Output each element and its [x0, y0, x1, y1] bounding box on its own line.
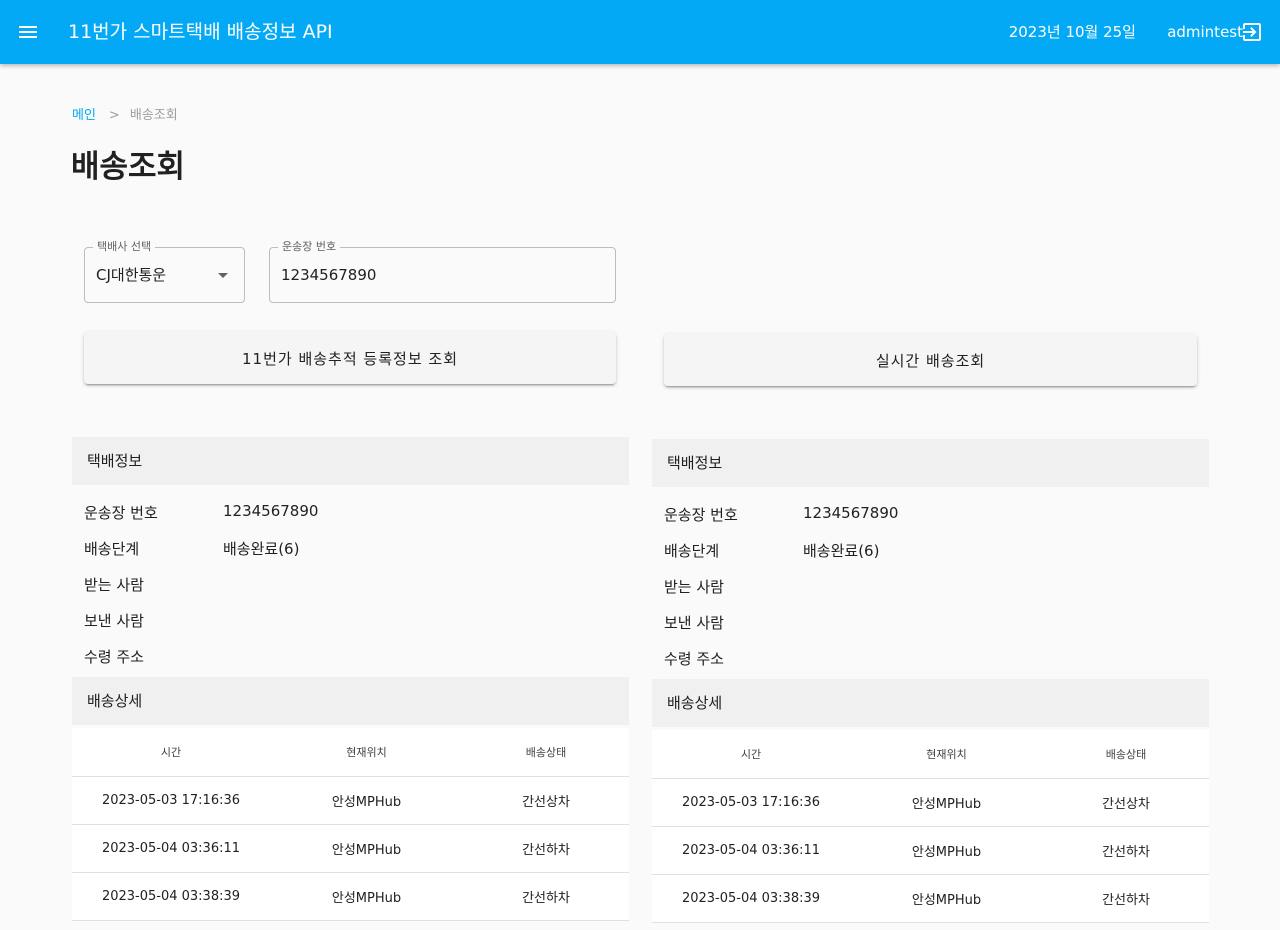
info-label: 보낸 사람 [84, 612, 144, 630]
dropdown-arrow-icon[interactable] [218, 273, 228, 278]
table-cell-location: 안성MPHub [850, 874, 1043, 923]
table-header-row: 시간 현재위치 배송상태 [72, 728, 629, 777]
column-header-status[interactable]: 배송상태 [463, 728, 629, 777]
info-label: 운송장 번호 [84, 504, 158, 522]
table-row: 2023-05-03 17:16:36 안성MPHub 간선상차 [72, 776, 629, 825]
info-label: 받는 사람 [84, 576, 144, 594]
column-header-time[interactable]: 시간 [652, 730, 850, 779]
info-value: 배송완료(6) [223, 540, 300, 558]
delivery-detail-heading: 배송상세 [72, 677, 629, 725]
courier-info-list: 운송장 번호 1234567890 배송단계 배송완료(6) 받는 사람 보낸 사람… [652, 487, 1209, 679]
table-cell-time: 2023-05-04 03:38:39 [72, 872, 270, 921]
table-cell-status: 간선상차 [1043, 778, 1209, 827]
info-row: 운송장 번호 1234567890 [652, 497, 1209, 533]
table-cell-location: 안성MPHub [850, 778, 1043, 827]
invoice-number-label: 운송장 번호 [278, 240, 341, 254]
table-row: 2023-05-04 03:36:11 안성MPHub 간선하차 [72, 824, 629, 873]
info-row: 수령 주소 [652, 641, 1209, 677]
app-title: 11번가 스마트택배 배송정보 API [68, 21, 333, 43]
table-cell-status: 간선하차 [1043, 874, 1209, 923]
info-label: 보낸 사람 [664, 614, 724, 632]
table-row: 2023-05-04 03:38:39 안성MPHub 간선하차 [72, 872, 629, 921]
table-cell-time: 2023-05-04 03:38:39 [652, 874, 850, 923]
info-label: 수령 주소 [84, 648, 144, 666]
column-header-status[interactable]: 배송상태 [1043, 730, 1209, 779]
table-row: 2023-05-04 03:38:39 안성MPHub 간선하차 [652, 874, 1209, 923]
table-row: 2023-05-03 17:16:36 안성MPHub 간선상차 [652, 778, 1209, 827]
info-label: 배송단계 [84, 540, 140, 558]
delivery-detail-heading: 배송상세 [652, 679, 1209, 727]
info-row: 받는 사람 [652, 569, 1209, 605]
column-header-location[interactable]: 현재위치 [270, 728, 463, 777]
header-date: 2023년 10월 25일 [1008, 23, 1136, 41]
info-row: 보낸 사람 [72, 603, 629, 639]
info-value: 1234567890 [223, 502, 319, 520]
courier-select[interactable]: 택배사 선택 CJ대한통운 [84, 240, 245, 303]
menu-icon[interactable] [16, 20, 40, 44]
page-title: 배송조회 [71, 149, 186, 185]
info-row: 배송단계 배송완료(6) [652, 533, 1209, 569]
table-cell-status: 간선하차 [463, 824, 629, 873]
info-row: 수령 주소 [72, 639, 629, 675]
table-cell-time: 2023-05-03 17:16:36 [72, 776, 270, 825]
table-cell-location: 안성MPHub [270, 776, 463, 825]
table-cell-location: 안성MPHub [270, 824, 463, 873]
courier-select-label: 택배사 선택 [93, 240, 156, 254]
app-bar: 11번가 스마트택배 배송정보 API 2023년 10월 25일 admint… [0, 0, 1280, 64]
user-name[interactable]: admintest [1167, 21, 1243, 43]
courier-info-list: 운송장 번호 1234567890 배송단계 배송완료(6) 받는 사람 보낸 사람… [72, 485, 629, 677]
registered-lookup-button[interactable]: 11번가 배송추적 등록정보 조회 [84, 332, 616, 384]
info-value: 1234567890 [803, 504, 899, 522]
table-row: 2023-05-04 03:36:11 안성MPHub 간선하차 [652, 826, 1209, 875]
breadcrumb-home-link[interactable]: 메인 [72, 108, 96, 123]
realtime-result-panel: 택배정보 운송장 번호 1234567890 배송단계 배송완료(6) 받는 사람 … [652, 439, 1209, 923]
courier-select-value: CJ대한통운 [96, 266, 167, 284]
table-header-row: 시간 현재위치 배송상태 [652, 730, 1209, 779]
breadcrumb: 메인 > 배송조회 [72, 106, 178, 126]
table-cell-time: 2023-05-04 03:36:11 [72, 824, 270, 873]
invoice-number-input[interactable]: 운송장 번호 1234567890 [269, 240, 616, 303]
breadcrumb-current: 배송조회 [129, 108, 178, 123]
delivery-detail-table: 시간 현재위치 배송상태 2023-05-03 17:16:36 안성MPHub… [652, 730, 1209, 923]
info-label: 배송단계 [664, 542, 720, 560]
courier-info-heading: 택배정보 [72, 437, 629, 485]
table-cell-status: 간선하차 [1043, 826, 1209, 875]
info-label: 받는 사람 [664, 578, 724, 596]
info-row: 배송단계 배송완료(6) [72, 531, 629, 567]
table-cell-time: 2023-05-03 17:16:36 [652, 778, 850, 827]
logout-icon[interactable] [1240, 20, 1264, 44]
registered-result-panel: 택배정보 운송장 번호 1234567890 배송단계 배송완료(6) 받는 사람 … [72, 437, 629, 921]
breadcrumb-separator: > [108, 108, 120, 123]
info-label: 운송장 번호 [664, 506, 738, 524]
courier-info-heading: 택배정보 [652, 439, 1209, 487]
table-cell-location: 안성MPHub [850, 826, 1043, 875]
table-cell-location: 안성MPHub [270, 872, 463, 921]
info-row: 받는 사람 [72, 567, 629, 603]
delivery-detail-table: 시간 현재위치 배송상태 2023-05-03 17:16:36 안성MPHub… [72, 728, 629, 921]
info-label: 수령 주소 [664, 650, 724, 668]
column-header-location[interactable]: 현재위치 [850, 730, 1043, 779]
table-cell-status: 간선하차 [463, 872, 629, 921]
realtime-lookup-button[interactable]: 실시간 배송조회 [664, 334, 1197, 386]
invoice-number-value: 1234567890 [281, 266, 377, 284]
info-row: 운송장 번호 1234567890 [72, 495, 629, 531]
info-value: 배송완료(6) [803, 542, 880, 560]
table-cell-status: 간선상차 [463, 776, 629, 825]
info-row: 보낸 사람 [652, 605, 1209, 641]
column-header-time[interactable]: 시간 [72, 728, 270, 777]
table-cell-time: 2023-05-04 03:36:11 [652, 826, 850, 875]
